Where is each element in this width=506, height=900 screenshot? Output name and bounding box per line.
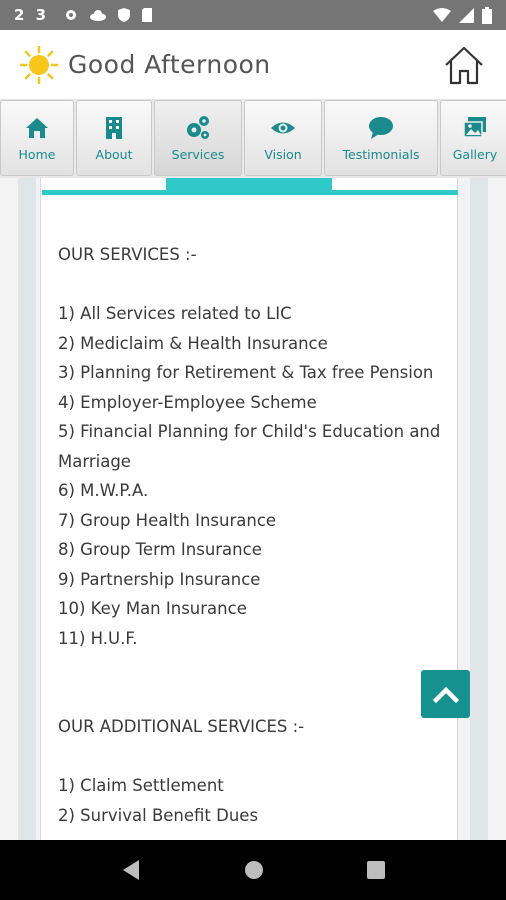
tab-label: Testimonials <box>342 146 420 162</box>
left-rail <box>18 178 36 840</box>
home-icon <box>26 117 48 138</box>
chat-bubble-icon <box>369 116 393 139</box>
list-item: 5) Financial Planning for Child's Educat… <box>58 422 441 471</box>
home-icon[interactable] <box>442 43 486 87</box>
tab-vision[interactable]: Vision <box>244 100 322 176</box>
building-icon <box>106 116 122 139</box>
tab-bar: Home About Services Vision Testimonials … <box>0 100 506 178</box>
system-nav-bar <box>0 840 506 900</box>
greeting-text: Good Afternoon <box>68 50 271 79</box>
list-item: 8) Group Term Insurance <box>58 540 262 559</box>
list-item: 6) M.W.P.A. <box>58 481 149 500</box>
settings-icon <box>66 10 77 20</box>
active-tab-indicator <box>166 178 332 190</box>
list-item: 2) Survival Benefit Dues <box>58 805 259 825</box>
status-bar: 2 3 <box>0 0 506 30</box>
signal-icon <box>459 7 474 23</box>
shield-icon <box>118 8 131 22</box>
tab-services[interactable]: Services <box>154 100 242 176</box>
wifi-icon <box>433 7 451 22</box>
sun-icon <box>20 45 58 84</box>
services-heading: OUR SERVICES :- <box>58 245 197 264</box>
list-item: 4) Employer-Employee Scheme <box>58 392 317 412</box>
list-item: 9) Partnership Insurance <box>58 569 261 589</box>
list-item: 10) Key Man Insurance <box>58 599 247 618</box>
tab-gallery[interactable]: Gallery <box>440 100 506 176</box>
tab-label: About <box>95 146 133 162</box>
list-item: 11) H.U.F. <box>58 628 138 648</box>
scroll-to-top-button[interactable] <box>421 670 470 718</box>
tab-label: Services <box>171 146 225 162</box>
tab-label: Gallery <box>452 146 498 162</box>
gears-icon <box>187 115 209 139</box>
tab-label: Vision <box>264 146 302 162</box>
list-item: 2) Mediclaim & Health Insurance <box>58 333 328 353</box>
eye-icon <box>271 122 295 133</box>
app-header: Good Afternoon <box>0 30 506 100</box>
status-time: 2 3 <box>14 6 50 24</box>
tab-label: Home <box>18 146 56 162</box>
cloud-icon <box>90 10 107 21</box>
home-circle-icon[interactable] <box>244 860 264 880</box>
tab-testimonials[interactable]: Testimonials <box>324 100 438 176</box>
images-icon <box>463 116 486 138</box>
sd-card-icon <box>142 8 153 22</box>
list-item: 3) Planning for Retirement & Tax free Pe… <box>58 363 434 382</box>
right-rail <box>470 178 488 840</box>
recents-icon[interactable] <box>366 861 385 879</box>
additional-services-heading: OUR ADDITIONAL SERVICES :- <box>58 717 305 736</box>
tab-home[interactable]: Home <box>0 100 74 176</box>
chevron-up-icon <box>432 686 459 703</box>
list-item: 1) Claim Settlement <box>58 776 224 795</box>
back-icon[interactable] <box>121 859 141 881</box>
list-item: 7) Group Health Insurance <box>58 510 277 530</box>
battery-icon <box>482 6 492 24</box>
list-item: 1) All Services related to LIC <box>58 304 292 323</box>
card-top-border <box>42 190 458 195</box>
services-text: OUR SERVICES :- 1) All Services related … <box>58 240 448 830</box>
tab-about[interactable]: About <box>76 100 152 176</box>
